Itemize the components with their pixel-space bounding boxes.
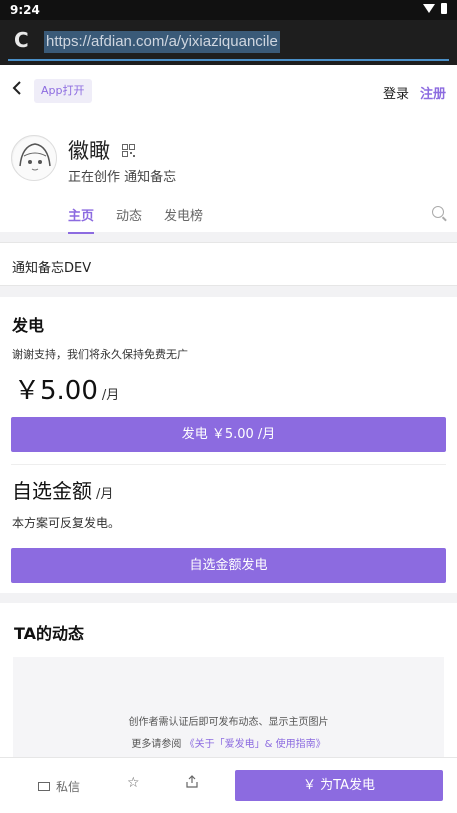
share-icon[interactable] — [186, 775, 198, 792]
url-focus-underline — [8, 59, 449, 61]
message-button[interactable]: 私信 — [38, 778, 80, 795]
dynamics-guide-prefix: 更多请参阅 — [131, 739, 182, 750]
reload-icon[interactable]: C — [14, 30, 34, 50]
sponsor-title: 发电 — [12, 316, 45, 335]
app-open-button[interactable]: App打开 — [34, 79, 92, 103]
search-icon[interactable] — [432, 206, 444, 218]
sponsor-button[interactable]: 发电 ￥5.00 /月 — [11, 417, 446, 452]
top-nav: App打开 登录 注册 — [0, 65, 457, 120]
login-link[interactable]: 登录 — [383, 83, 409, 102]
qrcode-icon[interactable] — [122, 142, 135, 157]
custom-amount-button[interactable]: 自选金额发电 — [11, 548, 446, 583]
battery-icon — [441, 3, 447, 14]
chevron-left-icon[interactable] — [12, 80, 22, 101]
custom-amount-title: 自选金额/月 — [12, 475, 113, 504]
divider — [11, 464, 446, 465]
mail-icon — [38, 782, 50, 791]
creator-name: 徽瞰 — [68, 139, 110, 163]
profile-tabs: 主页 动态 发电榜 — [68, 205, 203, 234]
status-bar: 9:24 — [0, 0, 457, 20]
custom-amount-desc: 本方案可反复发电。 — [12, 516, 121, 530]
bottom-bar: 私信 ☆ ￥ 为TA发电 — [0, 757, 457, 813]
guide-link[interactable]: 《关于「爱发电」& 使用指南》 — [185, 739, 326, 750]
price: ￥5.00/月 — [14, 370, 119, 407]
tab-home[interactable]: 主页 — [68, 205, 95, 234]
dynamics-guide: 更多请参阅 《关于「爱发电」& 使用指南》 — [13, 735, 444, 750]
price-amount: ￥5.00 — [14, 376, 98, 406]
status-icons — [423, 3, 447, 14]
dynamics-hint: 创作者需认证后即可发布动态、显示主页图片 — [128, 717, 329, 728]
page-content: App打开 登录 注册 徽瞰 正在创作 通知备忘 主页 动态 发电榜 通知备忘D… — [0, 65, 457, 813]
profile-header: 徽瞰 正在创作 通知备忘 主页 动态 发电榜 — [0, 120, 457, 234]
avatar[interactable] — [11, 135, 57, 181]
tab-dynamics[interactable]: 动态 — [116, 205, 142, 234]
url-field[interactable]: https://afdian.com/a/yixiaziquancile — [44, 31, 280, 53]
dynamics-title: TA的动态 — [14, 624, 85, 643]
star-icon[interactable]: ☆ — [127, 775, 140, 791]
sponsor-section: 发电 谢谢支持，我们将永久保持免费无广 ￥5.00/月 发电 ￥5.00 /月 … — [0, 297, 457, 593]
notice-bar: 通知备忘DEV — [0, 242, 457, 286]
browser-url-bar: C https://afdian.com/a/yixiaziquancile — [0, 20, 457, 65]
tab-sponsor-ranking[interactable]: 发电榜 — [164, 205, 203, 234]
custom-amount-label: 自选金额 — [12, 479, 92, 503]
message-label: 私信 — [56, 780, 81, 794]
price-period: /月 — [101, 388, 120, 403]
creator-bio: 正在创作 通知备忘 — [68, 170, 177, 185]
notice-text: 通知备忘DEV — [12, 261, 92, 276]
wifi-icon — [423, 4, 435, 13]
sponsor-ta-button[interactable]: ￥ 为TA发电 — [235, 770, 443, 801]
register-link[interactable]: 注册 — [420, 83, 446, 102]
sponsor-thanks: 谢谢支持，我们将永久保持免费无广 — [12, 348, 188, 361]
custom-amount-period: /月 — [96, 487, 114, 502]
status-time: 9:24 — [10, 3, 40, 17]
